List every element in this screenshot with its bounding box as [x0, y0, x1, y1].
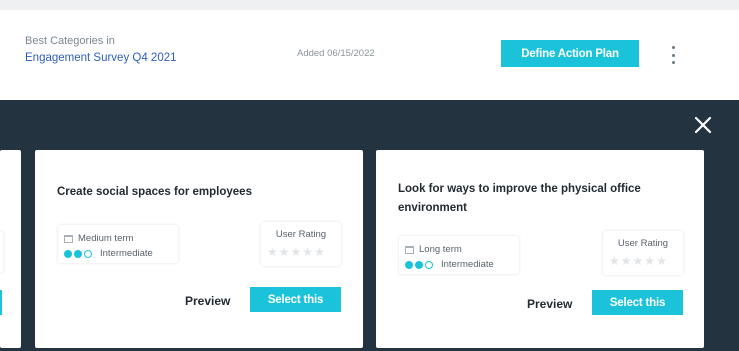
define-action-plan-button[interactable]: Define Action Plan [501, 40, 639, 67]
action-card: Look for ways to improve the physical of… [376, 150, 704, 348]
added-date: Added 06/15/2022 [297, 48, 375, 59]
select-button-partial[interactable] [0, 290, 2, 315]
action-card-partial [0, 150, 21, 348]
calendar-icon [405, 245, 414, 254]
header-bar: Best Categories in Engagement Survey Q4 … [0, 10, 739, 100]
star-icon[interactable]: ★ [302, 246, 313, 258]
meta-box-partial [0, 232, 3, 272]
close-icon[interactable] [693, 115, 713, 135]
term-text: Medium term [78, 233, 134, 244]
category-label: Best Categories in [25, 35, 115, 47]
star-icon[interactable]: ★ [656, 255, 667, 267]
survey-link[interactable]: Engagement Survey Q4 2021 [25, 52, 177, 64]
star-icon[interactable]: ★ [291, 246, 302, 258]
level-text: Intermediate [100, 248, 153, 259]
level-dot [425, 260, 433, 269]
select-this-button[interactable]: Select this [592, 290, 683, 315]
level-row: Intermediate [405, 259, 494, 270]
top-strip [0, 0, 739, 10]
card-title: Look for ways to improve the physical of… [398, 183, 641, 214]
star-icon[interactable]: ★ [644, 255, 655, 267]
star-icon[interactable]: ★ [314, 246, 325, 258]
term-text: Long term [419, 244, 462, 255]
term-row: Medium term [64, 233, 133, 244]
star-icon[interactable]: ★ [609, 255, 620, 267]
card-title: Create social spaces for employees [57, 186, 252, 198]
level-text: Intermediate [441, 259, 494, 270]
rating-stars[interactable]: ★ ★ ★ ★ ★ [267, 246, 326, 258]
select-this-button[interactable]: Select this [250, 287, 341, 312]
preview-link[interactable]: Preview [527, 297, 572, 311]
level-dot [84, 249, 92, 258]
rating-label: User Rating [275, 229, 327, 240]
level-dot [64, 249, 72, 258]
user-rating-box: User Rating ★ ★ ★ ★ ★ [261, 222, 341, 266]
level-dot [415, 260, 423, 269]
more-vertical-icon[interactable] [665, 44, 681, 66]
star-icon[interactable]: ★ [621, 255, 632, 267]
star-icon[interactable]: ★ [279, 246, 290, 258]
preview-link[interactable]: Preview [185, 294, 230, 308]
calendar-icon [64, 234, 73, 243]
level-dot [74, 249, 82, 258]
rating-label: User Rating [617, 238, 669, 249]
term-row: Long term [405, 244, 462, 255]
action-card: Create social spaces for employees Mediu… [35, 150, 363, 348]
user-rating-box: User Rating ★ ★ ★ ★ ★ [603, 231, 683, 275]
rating-stars[interactable]: ★ ★ ★ ★ ★ [609, 255, 668, 267]
star-icon[interactable]: ★ [267, 246, 278, 258]
level-dot [405, 260, 413, 269]
level-row: Intermediate [64, 248, 153, 259]
term-level-box: Medium term Intermediate [58, 225, 178, 263]
term-level-box: Long term Intermediate [399, 236, 519, 274]
star-icon[interactable]: ★ [633, 255, 644, 267]
